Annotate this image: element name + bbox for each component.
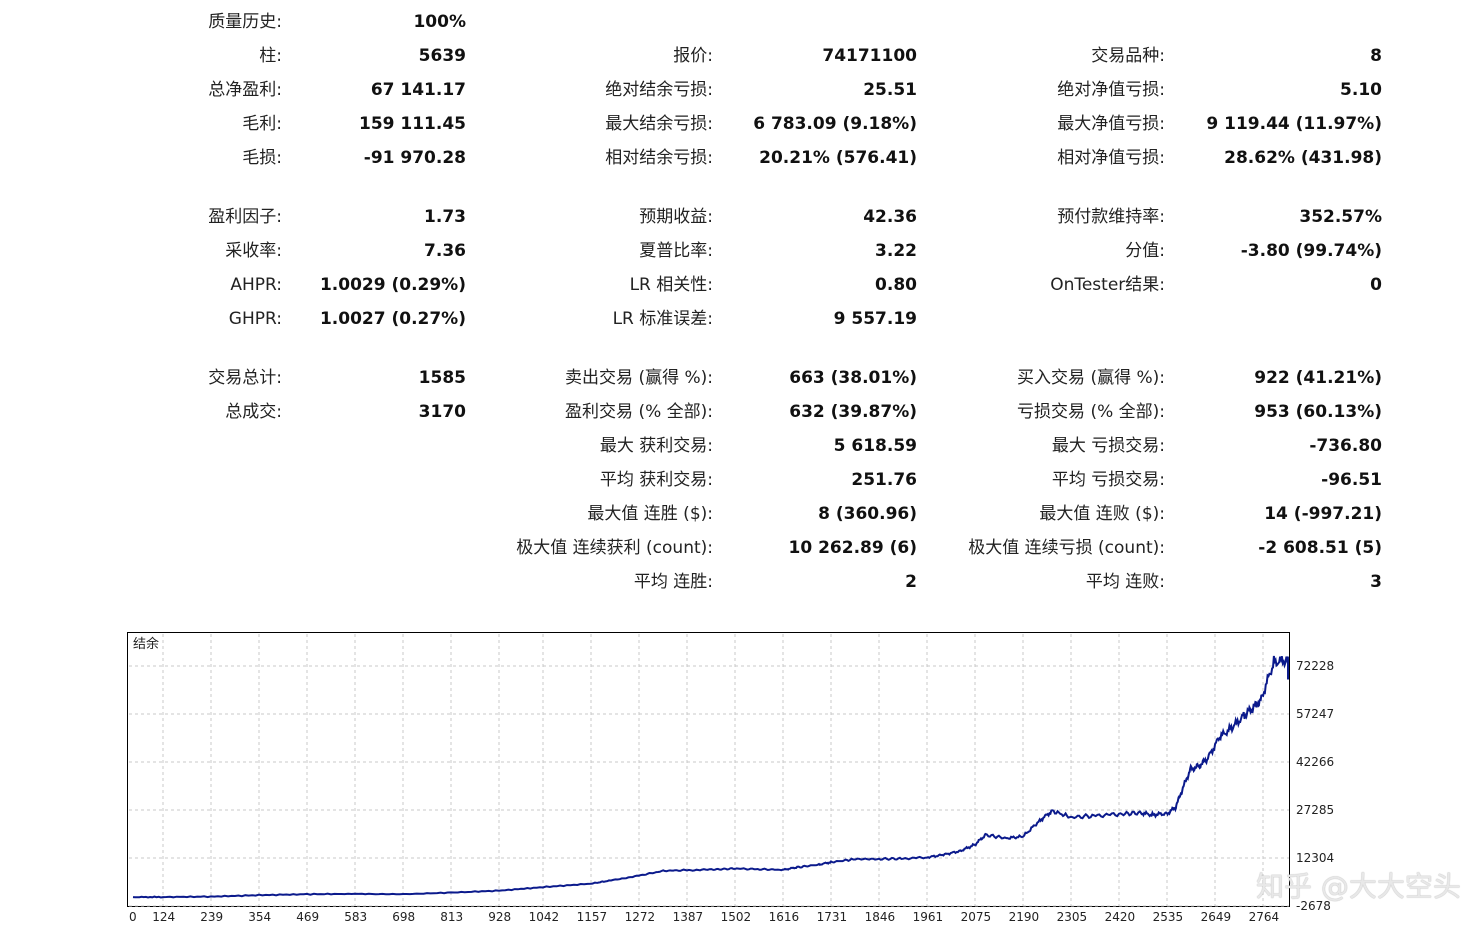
x-tick-label: 2075 — [960, 910, 992, 924]
x-tick-label: 1042 — [528, 910, 560, 924]
x-tick-label: 813 — [440, 910, 464, 924]
x-tick-label: 0 — [129, 910, 137, 924]
x-tick-label: 1731 — [816, 910, 848, 924]
y-tick-label: 27285 — [1296, 803, 1335, 817]
x-tick-label: 1157 — [576, 910, 608, 924]
x-tick-label: 2420 — [1104, 910, 1136, 924]
x-tick-label: 124 — [152, 910, 176, 924]
x-tick-label: 1272 — [624, 910, 656, 924]
x-tick-label: 1387 — [672, 910, 704, 924]
x-tick-label: 1502 — [720, 910, 752, 924]
watermark: 知乎 @大大空头 — [1256, 870, 1461, 903]
x-tick-label: 1846 — [864, 910, 896, 924]
y-tick-label: 42266 — [1296, 755, 1335, 769]
x-tick-label: 239 — [200, 910, 224, 924]
x-tick-label: 1961 — [912, 910, 944, 924]
x-tick-label: 583 — [344, 910, 368, 924]
y-tick-label: 72228 — [1296, 659, 1335, 673]
x-tick-label: 2649 — [1200, 910, 1232, 924]
x-tick-label: 928 — [488, 910, 512, 924]
x-tick-label: 2535 — [1152, 910, 1184, 924]
x-tick-label: 1616 — [768, 910, 800, 924]
x-tick-label: 469 — [296, 910, 320, 924]
balance-line — [132, 655, 1289, 899]
x-tick-label: 354 — [248, 910, 272, 924]
balance-plot — [129, 634, 1289, 907]
x-tick-label: 698 — [392, 910, 416, 924]
y-tick-label: 12304 — [1296, 851, 1335, 865]
x-tick-label: 2190 — [1008, 910, 1040, 924]
x-tick-label: 2764 — [1248, 910, 1280, 924]
y-tick-label: 57247 — [1296, 707, 1335, 721]
x-tick-label: 2305 — [1056, 910, 1088, 924]
